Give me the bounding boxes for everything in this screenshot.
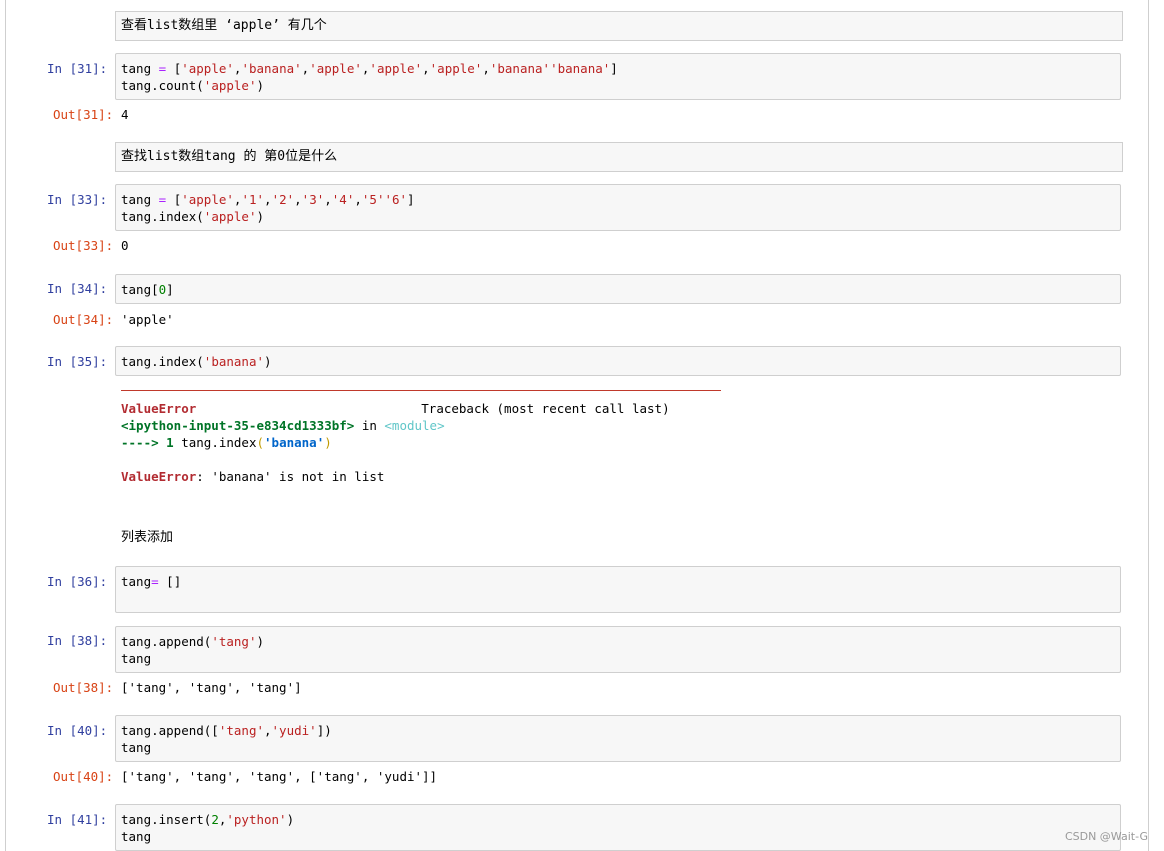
watermark: CSDN @Wait-G [1064, 830, 1148, 843]
output-value: ['tang', 'tang', 'tang', ['tang', 'yudi'… [121, 769, 438, 784]
code-text: [] [158, 574, 182, 589]
code-line: tang [121, 651, 152, 666]
code-line: tang.append(['tang','yudi']) [121, 723, 332, 738]
scrollbar[interactable] [1152, 0, 1164, 851]
input-prompt: In [38]: [47, 633, 108, 648]
code-text: ) [264, 354, 272, 369]
traceback-location: <ipython-input-35-e834cd1333bf> in <modu… [121, 418, 445, 433]
output-prompt: Out[40]: [53, 769, 114, 784]
code-line: tang.count('apple') [121, 78, 265, 93]
code-cell[interactable]: tang= [] [115, 566, 1121, 613]
traceback-header: ValueError Traceback (most recent call la… [121, 401, 670, 416]
output-prompt: Out[38]: [53, 680, 114, 695]
code-cell[interactable]: tang = ['apple','1','2','3','4','5''6'] … [115, 184, 1121, 231]
input-prompt: In [40]: [47, 723, 108, 738]
traceback-divider [121, 390, 721, 391]
code-text: tang.index( [121, 354, 204, 369]
markdown-text: 查找list数组tang 的 第0位是什么 [121, 149, 338, 164]
code-line: tang [121, 740, 152, 755]
error-message: ValueError: 'banana' is not in list [121, 469, 385, 484]
output-prompt: Out[33]: [53, 238, 114, 253]
input-prompt: In [41]: [47, 812, 108, 827]
code-text: ] [166, 282, 174, 297]
code-string: 'banana' [203, 354, 265, 369]
code-text: tang[ [121, 282, 159, 297]
code-cell[interactable]: tang.insert(2,'python') tang [115, 804, 1121, 851]
code-cell[interactable]: tang.append('tang') tang [115, 626, 1121, 673]
output-prompt: Out[34]: [53, 312, 114, 327]
input-prompt: In [34]: [47, 281, 108, 296]
input-prompt: In [33]: [47, 192, 108, 207]
input-prompt: In [31]: [47, 61, 108, 76]
markdown-text: 查看list数组里 ‘apple’ 有几个 [121, 18, 327, 33]
code-operator: = [151, 574, 159, 589]
code-cell[interactable]: tang.append(['tang','yudi']) tang [115, 715, 1121, 762]
output-value: ['tang', 'tang', 'tang'] [121, 680, 302, 695]
code-text: tang [121, 574, 152, 589]
code-cell[interactable]: tang = ['apple','banana','apple','apple'… [115, 53, 1121, 100]
code-line: tang = ['apple','1','2','3','4','5''6'] [121, 192, 415, 207]
output-value: 'apple' [121, 312, 174, 327]
code-line: tang.append('tang') [121, 634, 264, 649]
markdown-cell[interactable]: 查看list数组里 ‘apple’ 有几个 [115, 11, 1123, 41]
code-cell[interactable]: tang.index('banana') [115, 346, 1121, 376]
code-line: tang [121, 829, 152, 844]
traceback-code-line: ----> 1 tang.index('banana') [121, 435, 332, 450]
section-heading: 列表添加 [121, 530, 174, 545]
code-line: tang = ['apple','banana','apple','apple'… [121, 61, 618, 76]
input-prompt: In [35]: [47, 354, 108, 369]
code-cell[interactable]: tang[0] [115, 274, 1121, 304]
output-value: 4 [121, 107, 129, 122]
code-line: tang.insert(2,'python') [121, 812, 295, 827]
output-value: 0 [121, 238, 129, 253]
output-prompt: Out[31]: [53, 107, 114, 122]
code-line: tang.index('apple') [121, 209, 265, 224]
markdown-cell[interactable]: 查找list数组tang 的 第0位是什么 [115, 142, 1123, 172]
input-prompt: In [36]: [47, 574, 108, 589]
